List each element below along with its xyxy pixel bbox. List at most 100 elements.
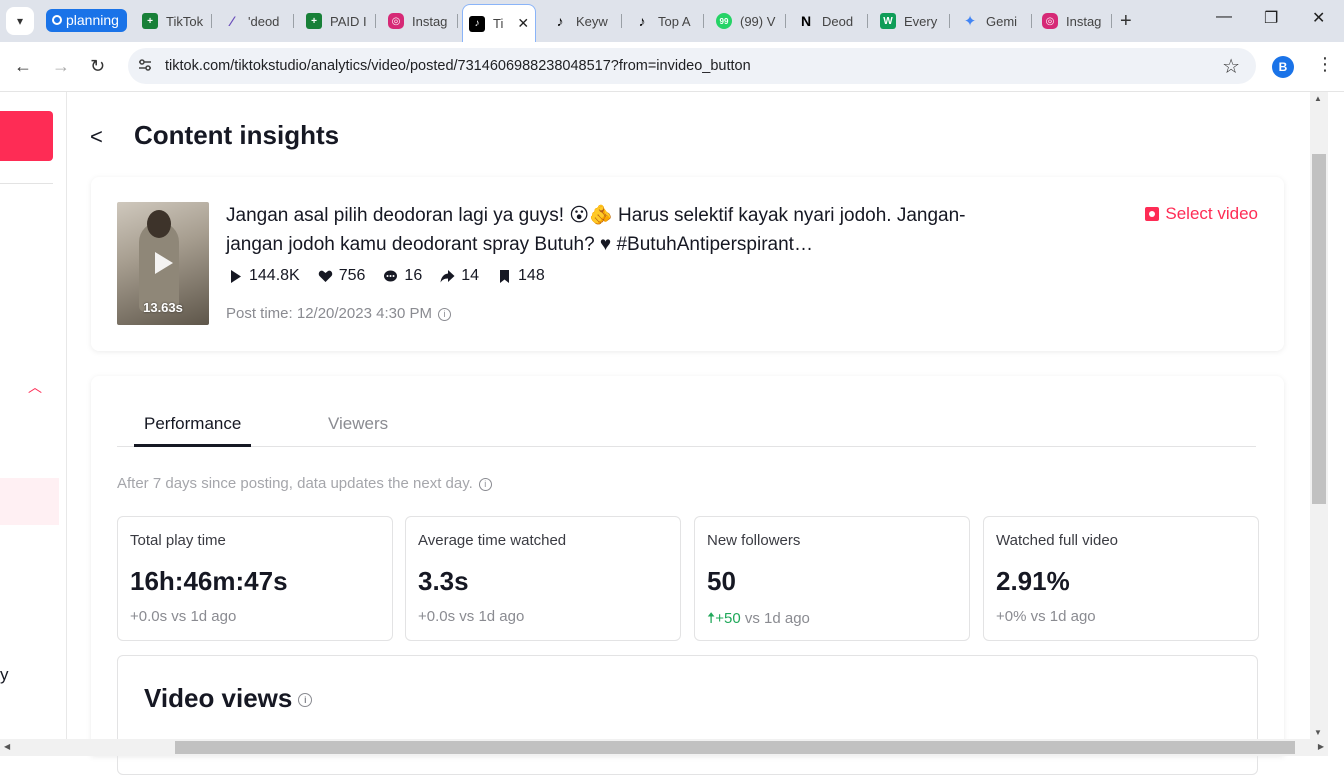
tab-9[interactable]: N Deod bbox=[798, 6, 868, 36]
site-settings-icon[interactable] bbox=[138, 58, 152, 72]
sidebar-item-analytics[interactable] bbox=[0, 478, 59, 525]
info-icon[interactable]: i bbox=[437, 308, 451, 321]
whatsapp-icon: 99 bbox=[716, 13, 732, 29]
metric-label: Total play time bbox=[130, 532, 226, 549]
tab-6[interactable]: ♪ Keyw bbox=[552, 6, 622, 36]
note-text: After 7 days since posting, data updates… bbox=[117, 475, 473, 492]
minimize-button[interactable]: — bbox=[1216, 8, 1232, 26]
sheets-icon: + bbox=[142, 13, 158, 29]
video-select-icon bbox=[1145, 207, 1160, 221]
close-tab-icon[interactable]: ✕ bbox=[517, 15, 529, 32]
tab-label: PAID I bbox=[330, 13, 367, 29]
bookmark-star-icon[interactable]: ☆ bbox=[1222, 54, 1240, 79]
scroll-down-icon[interactable]: ▼ bbox=[1314, 728, 1322, 737]
metric-delta: 🠅+50 vs 1d ago bbox=[707, 608, 810, 633]
metric-total-play-time[interactable]: Total play time 16h:46m:47s +0.0s vs 1d … bbox=[117, 516, 393, 641]
metric-value: 2.91% bbox=[996, 566, 1070, 596]
tab-label: Every bbox=[904, 13, 938, 29]
tab-label: Instag bbox=[412, 13, 448, 29]
tab-label: TikTok bbox=[166, 13, 204, 29]
tab-label: Instag bbox=[1066, 13, 1102, 29]
select-video-button[interactable]: Select video bbox=[1145, 204, 1258, 224]
metric-new-followers[interactable]: New followers 50 🠅+50 vs 1d ago bbox=[694, 516, 970, 641]
close-window-button[interactable]: ✕ bbox=[1312, 8, 1325, 28]
omnibox[interactable]: tiktok.com/tiktokstudio/analytics/video/… bbox=[128, 48, 1256, 84]
select-video-label: Select video bbox=[1165, 204, 1258, 223]
horizontal-scrollbar[interactable]: ◀ ▶ bbox=[0, 739, 1328, 756]
tab-2[interactable]: ⁄ 'deod bbox=[224, 6, 294, 36]
scroll-right-icon[interactable]: ▶ bbox=[1318, 742, 1324, 751]
video-caption: Jangan asal pilih deodoran lagi ya guys!… bbox=[226, 205, 966, 255]
comments-stat: 16 bbox=[383, 267, 422, 285]
tab-performance[interactable]: Performance bbox=[134, 414, 252, 447]
views-count: 144.8K bbox=[249, 267, 300, 284]
tab-viewers[interactable]: Viewers bbox=[328, 414, 388, 447]
tab-group-chip[interactable]: planning bbox=[46, 9, 127, 32]
data-update-note: After 7 days since posting, data updates… bbox=[117, 475, 492, 492]
tab-3[interactable]: + PAID I bbox=[306, 6, 376, 36]
post-time-text: Post time: 12/20/2023 4:30 PM bbox=[226, 305, 432, 322]
scroll-left-icon[interactable]: ◀ bbox=[4, 742, 10, 751]
back-button[interactable]: ← bbox=[14, 56, 32, 77]
browser-tab-bar: ▾ planning + TikTok ⁄ 'deod + PAID I ◎ Insta… bbox=[0, 0, 1344, 42]
tab-1[interactable]: + TikTok bbox=[142, 6, 212, 36]
tab-8[interactable]: 99 (99) V bbox=[716, 6, 786, 36]
saves-count: 148 bbox=[518, 267, 545, 284]
info-icon[interactable]: i bbox=[478, 478, 492, 491]
browser-menu-icon[interactable]: ⋮ bbox=[1316, 54, 1334, 75]
scroll-up-icon[interactable]: ▲ bbox=[1314, 94, 1322, 103]
tab-12[interactable]: ◎ Instag bbox=[1042, 6, 1112, 36]
metric-watched-full-video[interactable]: Watched full video 2.91% +0% vs 1d ago bbox=[983, 516, 1259, 641]
tiktok-icon: ♪ bbox=[638, 13, 646, 29]
tab-active-tiktok-studio[interactable]: ♪ Ti ✕ bbox=[462, 4, 536, 42]
tab-label: 'deod bbox=[248, 13, 280, 29]
play-icon bbox=[155, 252, 173, 274]
info-icon[interactable]: i bbox=[298, 693, 313, 707]
tab-4[interactable]: ◎ Instag bbox=[388, 6, 458, 36]
left-sidebar: ︿ y bbox=[0, 92, 67, 756]
chevron-up-icon[interactable]: ︿ bbox=[28, 377, 42, 397]
video-summary-card: 13.63s Jangan asal pilih deodoran lagi y… bbox=[91, 177, 1284, 351]
claude-icon: ⁄ bbox=[230, 13, 234, 29]
url-text[interactable]: tiktok.com/tiktokstudio/analytics/video/… bbox=[165, 58, 751, 74]
tab-11[interactable]: ✦ Gemi bbox=[962, 6, 1032, 36]
tab-search-icon[interactable]: ▾ bbox=[6, 7, 34, 35]
page-title: Content insights bbox=[134, 120, 340, 150]
saves-stat: 148 bbox=[497, 267, 545, 285]
likes-count: 756 bbox=[338, 267, 366, 284]
restore-button[interactable]: ❐ bbox=[1264, 8, 1278, 28]
tiktok-icon: ♪ bbox=[556, 13, 564, 29]
arrow-up-icon: 🠅 bbox=[707, 610, 716, 627]
tab-label: Ti bbox=[493, 16, 504, 31]
notion-icon: N bbox=[800, 13, 812, 29]
metric-average-time-watched[interactable]: Average time watched 3.3s +0.0s vs 1d ag… bbox=[405, 516, 681, 641]
tab-7[interactable]: ♪ Top A bbox=[634, 6, 704, 36]
comments-count: 16 bbox=[404, 267, 423, 284]
reload-button[interactable]: ↻ bbox=[90, 56, 105, 77]
tab-label: (99) V bbox=[740, 13, 776, 29]
metric-label: New followers bbox=[707, 532, 801, 549]
vertical-scrollbar[interactable]: ▲ ▼ bbox=[1310, 92, 1328, 739]
views-title-text: Video views bbox=[144, 683, 293, 713]
tab-label: Top A bbox=[658, 13, 691, 29]
profile-avatar[interactable]: B bbox=[1272, 56, 1294, 78]
forward-button[interactable]: → bbox=[52, 56, 70, 77]
upload-button[interactable] bbox=[0, 111, 53, 161]
vertical-scroll-thumb[interactable] bbox=[1312, 154, 1326, 504]
video-thumbnail[interactable]: 13.63s bbox=[117, 202, 209, 325]
metric-value: 3.3s bbox=[418, 566, 469, 596]
metric-delta: +0.0s vs 1d ago bbox=[418, 608, 525, 625]
likes-stat: 756 bbox=[318, 267, 366, 285]
tab-10[interactable]: W Every bbox=[880, 6, 950, 36]
video-duration: 13.63s bbox=[143, 300, 183, 315]
sheets-icon: + bbox=[306, 13, 322, 29]
metric-label: Average time watched bbox=[418, 532, 567, 549]
bookmark-icon bbox=[500, 269, 510, 283]
tab-label: Deod bbox=[822, 13, 854, 29]
back-arrow-icon[interactable]: < bbox=[90, 124, 103, 150]
horizontal-scroll-thumb[interactable] bbox=[175, 741, 1295, 754]
w-icon: W bbox=[880, 13, 896, 29]
new-tab-button[interactable]: + bbox=[1120, 10, 1132, 33]
thumbnail-head bbox=[147, 210, 171, 238]
tiktok-icon: ♪ bbox=[469, 15, 485, 32]
